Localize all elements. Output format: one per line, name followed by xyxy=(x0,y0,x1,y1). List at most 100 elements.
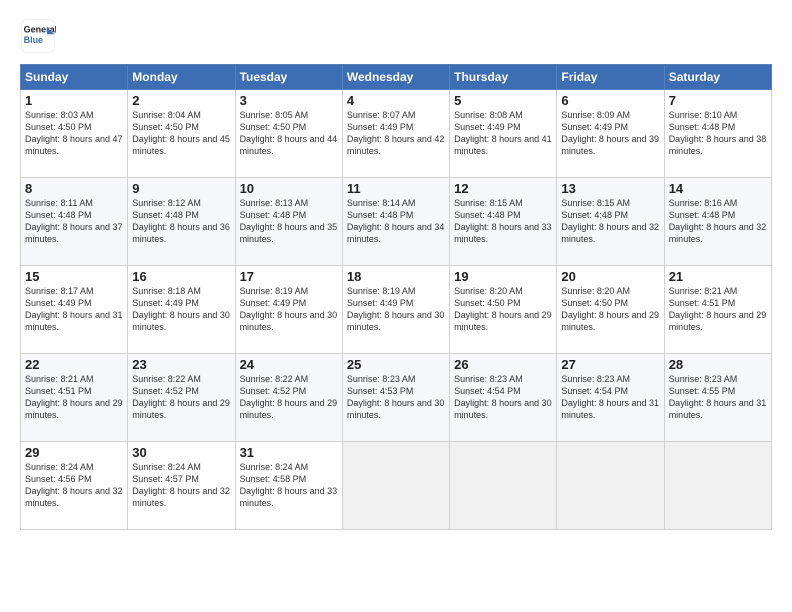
weekday-header-friday: Friday xyxy=(557,65,664,90)
day-info: Sunrise: 8:24 AMSunset: 4:56 PMDaylight:… xyxy=(25,462,123,508)
calendar-cell: 7 Sunrise: 8:10 AMSunset: 4:48 PMDayligh… xyxy=(664,90,771,178)
calendar-cell: 3 Sunrise: 8:05 AMSunset: 4:50 PMDayligh… xyxy=(235,90,342,178)
day-number: 22 xyxy=(25,357,123,372)
calendar-cell: 12 Sunrise: 8:15 AMSunset: 4:48 PMDaylig… xyxy=(450,178,557,266)
day-info: Sunrise: 8:22 AMSunset: 4:52 PMDaylight:… xyxy=(132,374,230,420)
day-info: Sunrise: 8:07 AMSunset: 4:49 PMDaylight:… xyxy=(347,110,445,156)
day-info: Sunrise: 8:15 AMSunset: 4:48 PMDaylight:… xyxy=(561,198,659,244)
day-info: Sunrise: 8:18 AMSunset: 4:49 PMDaylight:… xyxy=(132,286,230,332)
day-info: Sunrise: 8:19 AMSunset: 4:49 PMDaylight:… xyxy=(240,286,338,332)
day-number: 27 xyxy=(561,357,659,372)
calendar-cell xyxy=(342,442,449,530)
day-info: Sunrise: 8:20 AMSunset: 4:50 PMDaylight:… xyxy=(454,286,552,332)
day-number: 6 xyxy=(561,93,659,108)
day-info: Sunrise: 8:23 AMSunset: 4:54 PMDaylight:… xyxy=(561,374,659,420)
day-number: 20 xyxy=(561,269,659,284)
calendar-cell: 2 Sunrise: 8:04 AMSunset: 4:50 PMDayligh… xyxy=(128,90,235,178)
day-number: 19 xyxy=(454,269,552,284)
day-number: 23 xyxy=(132,357,230,372)
day-number: 14 xyxy=(669,181,767,196)
day-number: 8 xyxy=(25,181,123,196)
calendar-cell: 21 Sunrise: 8:21 AMSunset: 4:51 PMDaylig… xyxy=(664,266,771,354)
svg-text:Blue: Blue xyxy=(24,35,44,45)
header: General Blue xyxy=(20,18,772,54)
calendar-cell: 14 Sunrise: 8:16 AMSunset: 4:48 PMDaylig… xyxy=(664,178,771,266)
day-number: 4 xyxy=(347,93,445,108)
weekday-header-thursday: Thursday xyxy=(450,65,557,90)
weekday-header-wednesday: Wednesday xyxy=(342,65,449,90)
day-number: 15 xyxy=(25,269,123,284)
day-info: Sunrise: 8:03 AMSunset: 4:50 PMDaylight:… xyxy=(25,110,123,156)
calendar-cell: 18 Sunrise: 8:19 AMSunset: 4:49 PMDaylig… xyxy=(342,266,449,354)
day-number: 18 xyxy=(347,269,445,284)
day-number: 16 xyxy=(132,269,230,284)
calendar-cell: 5 Sunrise: 8:08 AMSunset: 4:49 PMDayligh… xyxy=(450,90,557,178)
calendar-cell: 15 Sunrise: 8:17 AMSunset: 4:49 PMDaylig… xyxy=(21,266,128,354)
day-number: 2 xyxy=(132,93,230,108)
calendar-cell: 29 Sunrise: 8:24 AMSunset: 4:56 PMDaylig… xyxy=(21,442,128,530)
day-info: Sunrise: 8:12 AMSunset: 4:48 PMDaylight:… xyxy=(132,198,230,244)
calendar-cell: 23 Sunrise: 8:22 AMSunset: 4:52 PMDaylig… xyxy=(128,354,235,442)
day-info: Sunrise: 8:21 AMSunset: 4:51 PMDaylight:… xyxy=(25,374,123,420)
day-info: Sunrise: 8:20 AMSunset: 4:50 PMDaylight:… xyxy=(561,286,659,332)
week-row-2: 8 Sunrise: 8:11 AMSunset: 4:48 PMDayligh… xyxy=(21,178,772,266)
day-info: Sunrise: 8:13 AMSunset: 4:48 PMDaylight:… xyxy=(240,198,338,244)
calendar-cell: 9 Sunrise: 8:12 AMSunset: 4:48 PMDayligh… xyxy=(128,178,235,266)
week-row-5: 29 Sunrise: 8:24 AMSunset: 4:56 PMDaylig… xyxy=(21,442,772,530)
day-number: 31 xyxy=(240,445,338,460)
day-number: 24 xyxy=(240,357,338,372)
calendar-cell xyxy=(450,442,557,530)
calendar-cell: 13 Sunrise: 8:15 AMSunset: 4:48 PMDaylig… xyxy=(557,178,664,266)
calendar-cell: 10 Sunrise: 8:13 AMSunset: 4:48 PMDaylig… xyxy=(235,178,342,266)
day-number: 5 xyxy=(454,93,552,108)
weekday-header-saturday: Saturday xyxy=(664,65,771,90)
day-number: 13 xyxy=(561,181,659,196)
calendar-cell xyxy=(664,442,771,530)
calendar-cell: 4 Sunrise: 8:07 AMSunset: 4:49 PMDayligh… xyxy=(342,90,449,178)
day-info: Sunrise: 8:21 AMSunset: 4:51 PMDaylight:… xyxy=(669,286,767,332)
calendar-cell: 16 Sunrise: 8:18 AMSunset: 4:49 PMDaylig… xyxy=(128,266,235,354)
calendar-cell: 11 Sunrise: 8:14 AMSunset: 4:48 PMDaylig… xyxy=(342,178,449,266)
day-info: Sunrise: 8:08 AMSunset: 4:49 PMDaylight:… xyxy=(454,110,552,156)
calendar-cell: 6 Sunrise: 8:09 AMSunset: 4:49 PMDayligh… xyxy=(557,90,664,178)
logo-icon: General Blue xyxy=(20,18,56,54)
calendar-cell: 26 Sunrise: 8:23 AMSunset: 4:54 PMDaylig… xyxy=(450,354,557,442)
day-info: Sunrise: 8:11 AMSunset: 4:48 PMDaylight:… xyxy=(25,198,123,244)
calendar-cell: 31 Sunrise: 8:24 AMSunset: 4:58 PMDaylig… xyxy=(235,442,342,530)
calendar-cell xyxy=(557,442,664,530)
day-info: Sunrise: 8:23 AMSunset: 4:54 PMDaylight:… xyxy=(454,374,552,420)
day-number: 30 xyxy=(132,445,230,460)
day-number: 9 xyxy=(132,181,230,196)
day-number: 28 xyxy=(669,357,767,372)
day-number: 21 xyxy=(669,269,767,284)
weekday-header-monday: Monday xyxy=(128,65,235,90)
day-info: Sunrise: 8:23 AMSunset: 4:55 PMDaylight:… xyxy=(669,374,767,420)
calendar-cell: 25 Sunrise: 8:23 AMSunset: 4:53 PMDaylig… xyxy=(342,354,449,442)
weekday-header-sunday: Sunday xyxy=(21,65,128,90)
day-number: 11 xyxy=(347,181,445,196)
day-info: Sunrise: 8:24 AMSunset: 4:57 PMDaylight:… xyxy=(132,462,230,508)
day-info: Sunrise: 8:23 AMSunset: 4:53 PMDaylight:… xyxy=(347,374,445,420)
day-number: 10 xyxy=(240,181,338,196)
day-info: Sunrise: 8:17 AMSunset: 4:49 PMDaylight:… xyxy=(25,286,123,332)
day-info: Sunrise: 8:24 AMSunset: 4:58 PMDaylight:… xyxy=(240,462,338,508)
day-info: Sunrise: 8:16 AMSunset: 4:48 PMDaylight:… xyxy=(669,198,767,244)
day-info: Sunrise: 8:22 AMSunset: 4:52 PMDaylight:… xyxy=(240,374,338,420)
day-number: 25 xyxy=(347,357,445,372)
day-number: 26 xyxy=(454,357,552,372)
calendar-cell: 27 Sunrise: 8:23 AMSunset: 4:54 PMDaylig… xyxy=(557,354,664,442)
day-info: Sunrise: 8:10 AMSunset: 4:48 PMDaylight:… xyxy=(669,110,767,156)
calendar-cell: 22 Sunrise: 8:21 AMSunset: 4:51 PMDaylig… xyxy=(21,354,128,442)
week-row-3: 15 Sunrise: 8:17 AMSunset: 4:49 PMDaylig… xyxy=(21,266,772,354)
calendar-cell: 8 Sunrise: 8:11 AMSunset: 4:48 PMDayligh… xyxy=(21,178,128,266)
calendar-cell: 24 Sunrise: 8:22 AMSunset: 4:52 PMDaylig… xyxy=(235,354,342,442)
calendar-cell: 17 Sunrise: 8:19 AMSunset: 4:49 PMDaylig… xyxy=(235,266,342,354)
calendar-table: SundayMondayTuesdayWednesdayThursdayFrid… xyxy=(20,64,772,530)
day-info: Sunrise: 8:14 AMSunset: 4:48 PMDaylight:… xyxy=(347,198,445,244)
calendar-cell: 28 Sunrise: 8:23 AMSunset: 4:55 PMDaylig… xyxy=(664,354,771,442)
calendar-cell: 1 Sunrise: 8:03 AMSunset: 4:50 PMDayligh… xyxy=(21,90,128,178)
day-info: Sunrise: 8:09 AMSunset: 4:49 PMDaylight:… xyxy=(561,110,659,156)
day-number: 17 xyxy=(240,269,338,284)
day-info: Sunrise: 8:05 AMSunset: 4:50 PMDaylight:… xyxy=(240,110,338,156)
calendar-page: General Blue SundayMondayTuesdayWednesda… xyxy=(0,0,792,612)
